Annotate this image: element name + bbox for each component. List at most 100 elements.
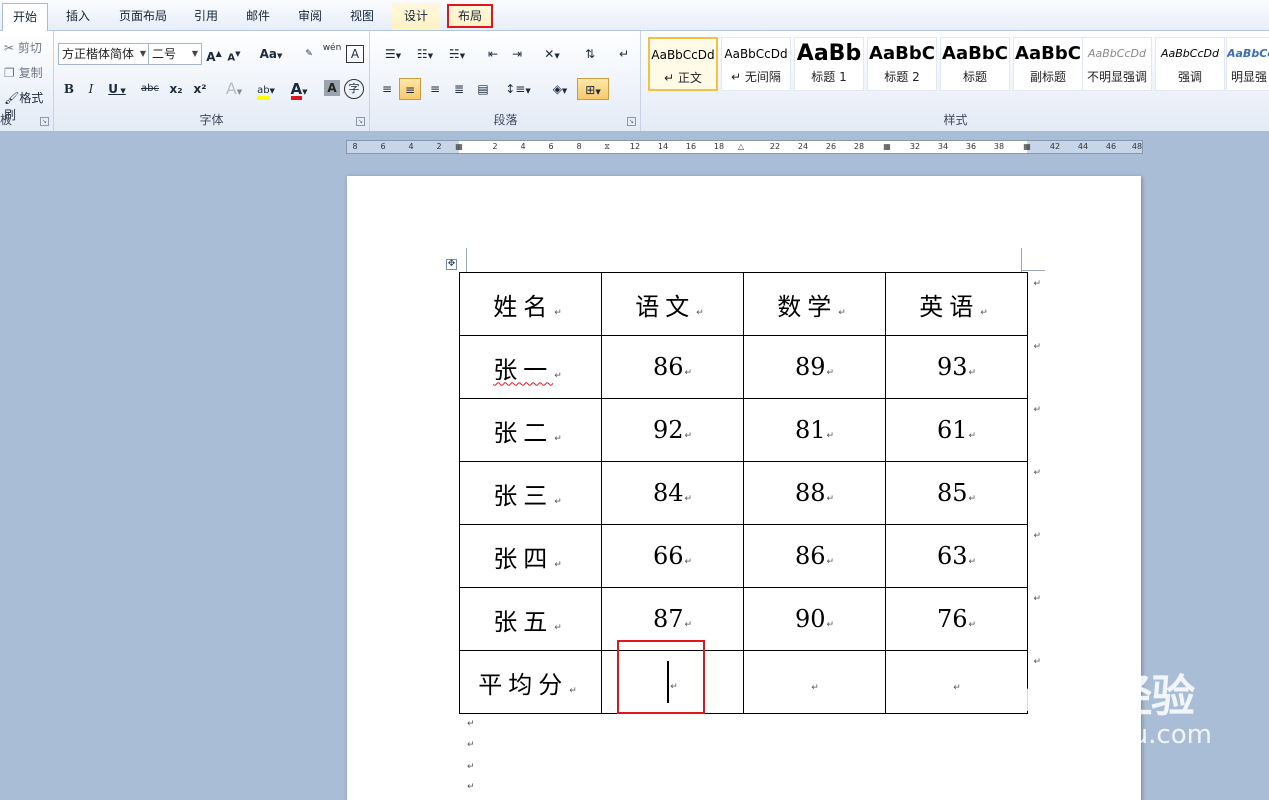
table-cell[interactable]: 86↵: [743, 524, 886, 588]
style-title[interactable]: AaBbC 标题: [940, 37, 1010, 91]
style-intense-emphasis[interactable]: AaBbCcDd 明显强: [1226, 37, 1269, 91]
style-subtitle[interactable]: AaBbC 副标题: [1013, 37, 1083, 91]
char-border-button[interactable]: A: [346, 45, 364, 63]
table-cell[interactable]: 84↵: [601, 461, 744, 525]
multilevel-list-button[interactable]: ☵▼: [443, 43, 471, 65]
grades-table[interactable]: 姓名↵ 语文↵ 数学↵ 英语↵ ↵ 张一↵ 86↵ 89↵ 93↵ ↵ 张二↵ 92…: [459, 272, 1041, 714]
table-header-cell[interactable]: 英语↵ ↵: [885, 272, 1041, 336]
tab-review[interactable]: 审阅: [288, 3, 332, 30]
superscript-button[interactable]: x²: [190, 78, 210, 100]
increase-indent-button[interactable]: ⇥: [507, 43, 527, 65]
tab-table-design[interactable]: 设计: [392, 3, 440, 30]
style-name: ↵ 无间隔: [731, 70, 781, 84]
table-header-cell[interactable]: 语文↵: [601, 272, 744, 336]
style-no-spacing[interactable]: AaBbCcDd ↵ 无间隔: [721, 37, 791, 91]
font-launcher-icon[interactable]: ↘: [356, 117, 365, 126]
bold-button[interactable]: B: [60, 78, 78, 100]
table-cell[interactable]: 86↵: [601, 335, 744, 399]
style-normal[interactable]: AaBbCcDd ↵ 正文: [648, 37, 718, 91]
font-size-combo[interactable]: 二号 ▼: [148, 43, 202, 65]
styles-group-label: 样式: [943, 113, 968, 127]
clear-format-button[interactable]: ✎: [300, 43, 318, 65]
table-cell[interactable]: 92↵: [601, 398, 744, 462]
style-sample: AaBbCcDd: [1227, 47, 1269, 60]
grow-font-button[interactable]: A▲: [206, 43, 222, 65]
decrease-indent-icon: ⇤: [487, 47, 499, 61]
bullets-button[interactable]: ☰▼: [379, 43, 407, 65]
table-cell[interactable]: 76↵ ↵: [885, 587, 1041, 651]
table-cell[interactable]: 张四↵: [459, 524, 602, 588]
table-cell[interactable]: 张三↵: [459, 461, 602, 525]
decrease-indent-button[interactable]: ⇤: [483, 43, 503, 65]
subscript-button[interactable]: x₂: [166, 78, 186, 100]
ruler-left-margin: [347, 141, 459, 153]
clipboard-launcher-icon[interactable]: ↘: [40, 117, 49, 126]
style-emphasis[interactable]: AaBbCcDd 强调: [1155, 37, 1225, 91]
ruler-indent-marker[interactable]: ⧖: [604, 141, 610, 153]
table-cell[interactable]: 63↵ ↵: [885, 524, 1041, 588]
table-cell[interactable]: ↵: [743, 650, 886, 714]
font-name-combo[interactable]: 方正楷体简体 ▼: [58, 43, 150, 65]
italic-button[interactable]: I: [82, 78, 100, 100]
tab-home[interactable]: 开始: [2, 3, 48, 32]
shading-button[interactable]: ◈▼: [545, 78, 575, 100]
strikethrough-button[interactable]: abc: [138, 78, 162, 100]
tab-table-layout[interactable]: 布局: [447, 4, 493, 28]
sort-button[interactable]: ⇅: [579, 43, 601, 65]
table-move-handle-icon[interactable]: ✥: [446, 259, 457, 270]
table-cell[interactable]: 89↵: [743, 335, 886, 399]
table-header-cell[interactable]: 姓名↵: [459, 272, 602, 336]
table-cell[interactable]: 张二↵: [459, 398, 602, 462]
tab-view[interactable]: 视图: [340, 3, 384, 30]
show-marks-button[interactable]: ↵: [615, 43, 633, 65]
highlight-button[interactable]: ab▼: [252, 78, 280, 100]
align-right-button[interactable]: ≡: [425, 78, 445, 100]
change-case-button[interactable]: Aa▼: [258, 43, 284, 65]
tab-mailings[interactable]: 邮件: [236, 3, 280, 30]
ruler-column-marker[interactable]: ▦: [883, 141, 891, 153]
table-cell[interactable]: 85↵ ↵: [885, 461, 1041, 525]
char-shading-button[interactable]: A: [324, 80, 340, 96]
table-cell[interactable]: 张一↵: [459, 335, 602, 399]
table-cell[interactable]: 90↵: [743, 587, 886, 651]
borders-button[interactable]: ⊞▼: [577, 78, 609, 100]
justify-button[interactable]: ≣: [449, 78, 469, 100]
table-header-cell[interactable]: 数学↵: [743, 272, 886, 336]
copy-button[interactable]: ❐ 复制: [4, 64, 43, 81]
style-heading-2[interactable]: AaBbC 标题 2: [867, 37, 937, 91]
numbering-button[interactable]: ☷▼: [411, 43, 439, 65]
horizontal-ruler[interactable]: 8 6 4 2 ▦ 2 4 6 8 ⧖ 12 14 16 18 △ 22 24 …: [346, 140, 1143, 154]
chevron-down-icon: ▼: [191, 49, 198, 58]
line-spacing-button[interactable]: ↕≡▼: [503, 78, 533, 100]
underline-button[interactable]: U ▼: [104, 78, 130, 100]
table-cell[interactable]: 93↵ ↵: [885, 335, 1041, 399]
align-left-button[interactable]: ≡: [377, 78, 397, 100]
phonetic-guide-button[interactable]: wén: [322, 43, 342, 65]
distributed-button[interactable]: ▤: [473, 78, 493, 100]
paint-bucket-icon: ◈: [552, 82, 562, 96]
font-color-button[interactable]: A▼: [286, 78, 312, 100]
style-subtle-emphasis[interactable]: AaBbCcDd 不明显强调: [1082, 37, 1152, 91]
table-cell[interactable]: 66↵: [601, 524, 744, 588]
enclose-char-button[interactable]: 字: [344, 79, 364, 99]
table-cell[interactable]: 平均分↵: [459, 650, 602, 714]
table-cell[interactable]: 81↵: [743, 398, 886, 462]
font-size-value: 二号: [152, 47, 177, 61]
align-left-icon: ≡: [381, 82, 393, 96]
tab-insert[interactable]: 插入: [55, 3, 101, 30]
table-cell[interactable]: 61↵ ↵: [885, 398, 1041, 462]
style-heading-1[interactable]: AaBb 标题 1: [794, 37, 864, 91]
ruler-column-marker[interactable]: △: [738, 141, 744, 153]
chinese-layout-button[interactable]: ✕▼: [537, 43, 567, 65]
tab-references[interactable]: 引用: [184, 3, 228, 30]
table-cell[interactable]: 88↵: [743, 461, 886, 525]
text-effect-button[interactable]: A▼: [222, 78, 246, 100]
paragraph-launcher-icon[interactable]: ↘: [627, 117, 636, 126]
shrink-font-button[interactable]: A▼: [226, 43, 242, 65]
table-cell[interactable]: 张五↵: [459, 587, 602, 651]
ruler-column-marker[interactable]: ▦: [455, 141, 463, 153]
cut-button[interactable]: ✂ 剪切: [4, 39, 42, 56]
align-center-button[interactable]: ≡: [399, 78, 421, 100]
ruler-column-marker[interactable]: ▦: [1023, 141, 1031, 153]
tab-page-layout[interactable]: 页面布局: [110, 3, 176, 30]
